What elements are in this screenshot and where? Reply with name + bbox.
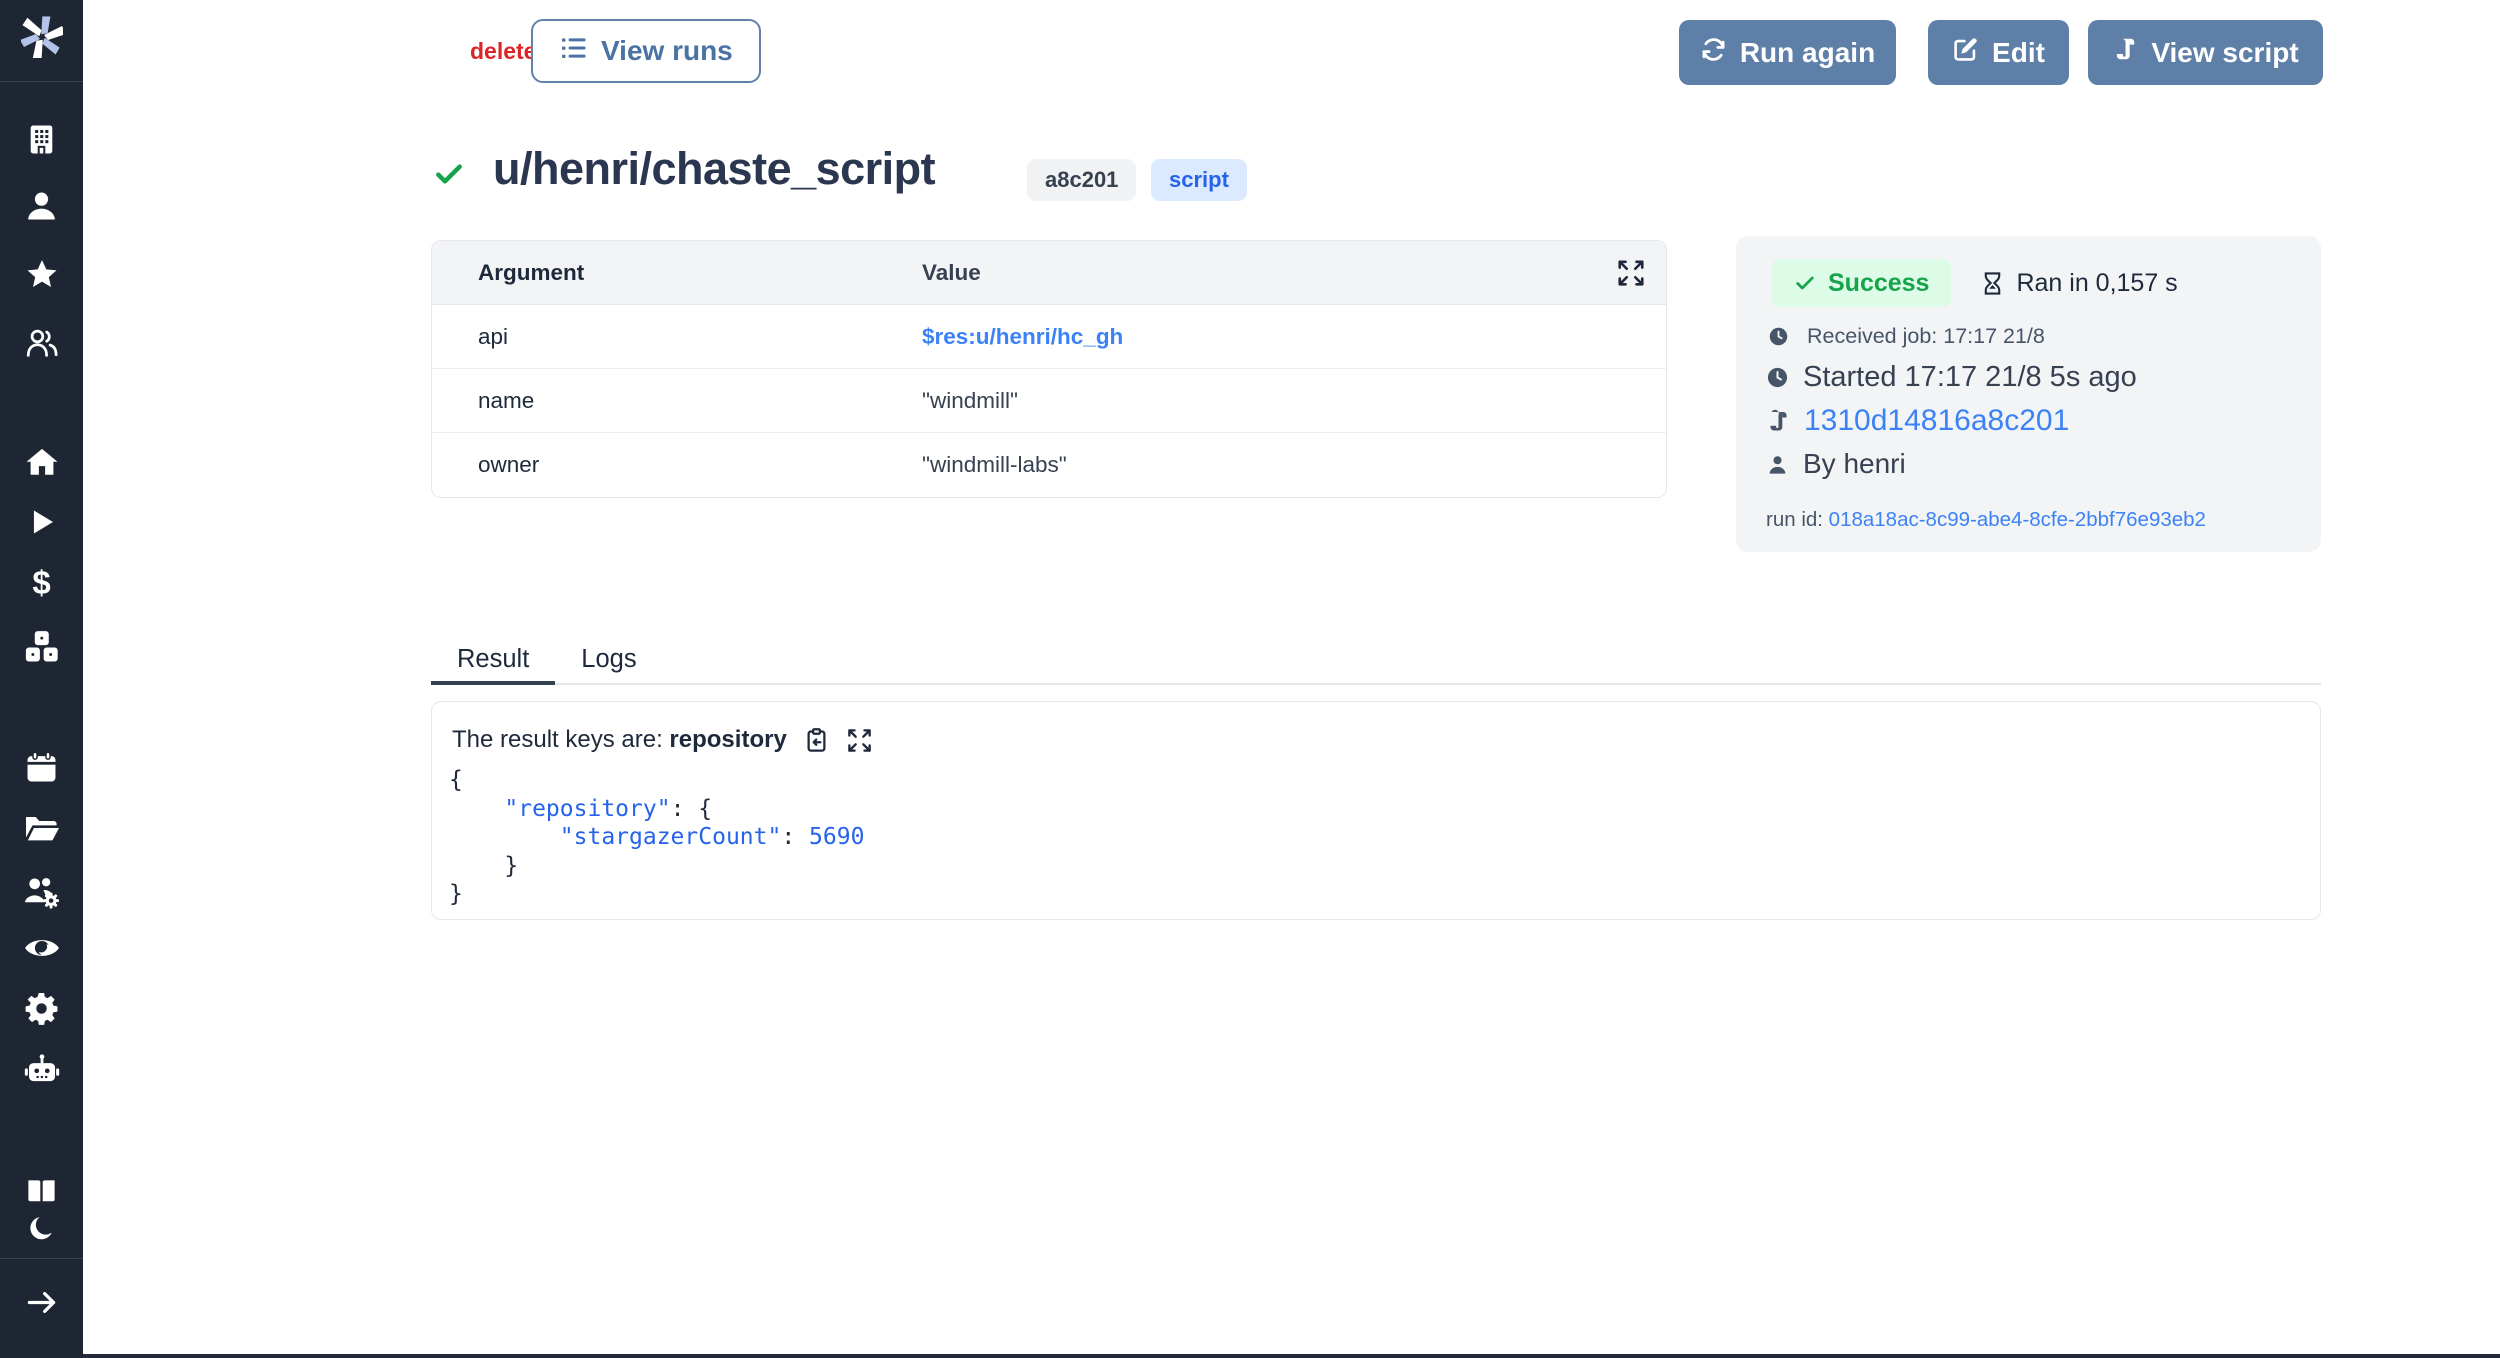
job-hash-row: 1310d14816a8c201 — [1766, 404, 2291, 438]
delete-button[interactable]: delete — [470, 38, 536, 65]
run-author: By henri — [1766, 448, 2291, 480]
expand-result-icon[interactable] — [846, 727, 873, 754]
result-keys-text: The result keys are: repository — [452, 726, 787, 754]
table-row: owner "windmill-labs" — [432, 433, 1666, 497]
resource-link[interactable]: $res:u/henri/hc_gh — [922, 324, 1123, 349]
table-row: name "windmill" — [432, 369, 1666, 433]
arg-name: owner — [432, 452, 922, 478]
column-argument: Argument — [432, 260, 922, 286]
dark-mode-moon-icon[interactable] — [0, 1208, 83, 1248]
workers-users-gear-icon[interactable] — [0, 873, 83, 913]
json-line: "repository": { — [449, 795, 2296, 824]
arguments-table: Argument Value api $res:u/henri/hc_gh na… — [431, 240, 1667, 498]
success-check-icon — [433, 158, 465, 195]
view-runs-button[interactable]: View runs — [531, 19, 761, 83]
status-badge: Success — [1772, 259, 1951, 307]
star-icon[interactable] — [0, 255, 83, 295]
kind-badge: script — [1151, 159, 1247, 201]
person-icon — [1766, 453, 1789, 476]
arg-name: api — [432, 324, 922, 350]
view-runs-label: View runs — [601, 35, 733, 67]
arg-value: "windmill-labs" — [922, 452, 1666, 478]
sidebar-divider-bottom — [0, 1258, 83, 1259]
table-row: api $res:u/henri/hc_gh — [432, 305, 1666, 369]
sidebar: $ — [0, 0, 83, 1358]
edit-label: Edit — [1992, 37, 2045, 69]
workspace-building-icon[interactable] — [0, 119, 83, 159]
column-value: Value — [922, 260, 1666, 286]
script-scroll-icon — [2112, 36, 2138, 69]
arg-name: name — [432, 388, 922, 414]
refresh-icon — [1700, 36, 1727, 70]
tabs-underline — [431, 683, 2321, 685]
resources-cubes-icon[interactable] — [0, 627, 83, 667]
received-job: Received job: 17:17 21/8 — [1768, 324, 2291, 349]
run-duration: Ran in 0,157 s — [1981, 269, 2177, 298]
clock-icon — [1768, 326, 1789, 347]
result-json: { "repository": { "stargazerCount": 5690… — [449, 766, 2296, 909]
arguments-table-header: Argument Value — [432, 241, 1666, 305]
arg-value: "windmill" — [922, 388, 1666, 414]
run-id-row: run id: 018a18ac-8c99-abe4-8cfe-2bbf76e9… — [1766, 508, 2291, 532]
home-icon[interactable] — [0, 443, 83, 483]
runs-play-icon[interactable] — [0, 502, 83, 542]
run-info-panel: Success Ran in 0,157 s Received job: 17:… — [1736, 236, 2321, 552]
docs-book-icon[interactable] — [0, 1170, 83, 1210]
expand-table-icon[interactable] — [1616, 258, 1646, 288]
tab-result[interactable]: Result — [431, 637, 555, 685]
run-again-button[interactable]: Run again — [1679, 20, 1896, 85]
run-again-label: Run again — [1740, 37, 1875, 69]
clock-icon — [1766, 366, 1789, 389]
edit-button[interactable]: Edit — [1928, 20, 2069, 85]
script-scroll-icon — [1766, 409, 1790, 433]
folders-icon[interactable] — [0, 807, 83, 847]
json-line: } — [449, 880, 2296, 909]
job-hash-link[interactable]: 1310d14816a8c201 — [1804, 404, 2069, 438]
run-id-label: run id: — [1766, 508, 1829, 531]
variables-dollar-icon[interactable]: $ — [0, 563, 83, 603]
started-at: Started 17:17 21/8 5s ago — [1766, 361, 2291, 394]
edit-pencil-icon — [1952, 36, 1979, 70]
windmill-logo[interactable] — [0, 17, 83, 57]
result-key: repository — [669, 726, 786, 753]
groups-icon[interactable] — [0, 323, 83, 363]
result-panel: The result keys are: repository { "repos… — [431, 701, 2321, 920]
view-script-button[interactable]: View script — [2088, 20, 2323, 85]
tab-logs[interactable]: Logs — [555, 637, 662, 685]
hash-badge: a8c201 — [1027, 159, 1136, 201]
hourglass-icon — [1981, 272, 2004, 295]
page-title: u/henri/chaste_script — [493, 143, 935, 195]
robot-icon[interactable] — [0, 1050, 83, 1090]
view-script-label: View script — [2151, 37, 2298, 69]
json-line: } — [449, 852, 2296, 881]
expand-sidebar-arrow-icon[interactable] — [0, 1282, 83, 1322]
settings-gear-icon[interactable] — [0, 988, 83, 1028]
json-line: "stargazerCount": 5690 — [449, 823, 2296, 852]
check-icon — [1794, 272, 1816, 294]
list-icon — [559, 34, 587, 69]
user-icon[interactable] — [0, 185, 83, 225]
audit-eye-icon[interactable] — [0, 928, 83, 968]
run-id-link[interactable]: 018a18ac-8c99-abe4-8cfe-2bbf76e93eb2 — [1829, 508, 2206, 531]
result-tabs: Result Logs — [431, 637, 663, 685]
sidebar-divider-top — [0, 81, 83, 82]
window-bottom-edge — [0, 1354, 2500, 1358]
main-content: delete View runs Run again Edit — [83, 0, 2500, 1358]
copy-to-clipboard-icon[interactable] — [803, 727, 830, 754]
json-line: { — [449, 766, 2296, 795]
schedules-calendar-icon[interactable] — [0, 747, 83, 787]
